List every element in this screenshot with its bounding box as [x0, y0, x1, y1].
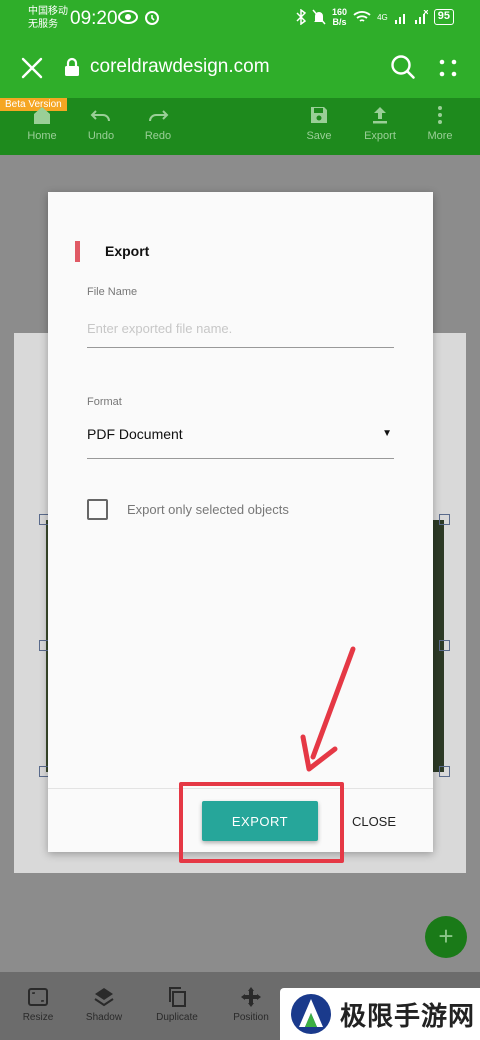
dialog-title: Export	[105, 243, 150, 259]
close-button[interactable]: CLOSE	[344, 801, 404, 841]
battery-indicator: 95	[433, 9, 454, 25]
toolbar-undo-button[interactable]: Undo	[71, 104, 131, 142]
toolbar-home-button[interactable]: Home	[12, 104, 72, 142]
url-text[interactable]: coreldrawdesign.com	[90, 56, 270, 78]
net-speed: 160 B/s	[332, 7, 347, 27]
carrier-info: 中国移动 无服务	[28, 5, 68, 31]
toolbar-more-label: More	[427, 130, 453, 142]
export-dialog: Export File Name Format PDF Document ▼ E…	[48, 192, 433, 852]
status-right-icons: 160 B/s 4G 95	[296, 7, 454, 27]
lock-icon	[65, 57, 79, 76]
close-icon[interactable]	[20, 56, 44, 80]
move-icon	[241, 987, 261, 1007]
selection-handle[interactable]	[439, 514, 450, 525]
redo-icon	[149, 110, 169, 122]
toolbar-export-button[interactable]: Export	[350, 104, 410, 142]
toolbar-more-button[interactable]: More	[410, 104, 470, 142]
duplicate-label: Duplicate	[156, 1012, 198, 1023]
position-button[interactable]: Position	[219, 986, 283, 1023]
format-label: Format	[87, 396, 122, 408]
signal-icon	[394, 14, 405, 24]
watermark-logo-icon	[291, 994, 331, 1034]
dialog-title-accent	[75, 241, 80, 262]
save-icon	[311, 107, 327, 123]
toolbar-redo-label: Redo	[144, 130, 172, 142]
net-speed-unit: B/s	[332, 17, 347, 27]
status-time: 09:20	[70, 8, 118, 29]
resize-label: Resize	[22, 1012, 54, 1023]
duplicate-icon	[169, 987, 186, 1007]
toolbar-undo-label: Undo	[87, 130, 115, 142]
duplicate-button[interactable]: Duplicate	[145, 986, 209, 1023]
eye-icon	[118, 10, 138, 24]
dropdown-caret-icon: ▼	[382, 428, 392, 439]
toolbar-redo-button[interactable]: Redo	[128, 104, 188, 142]
toolbar-save-label: Save	[306, 130, 332, 142]
position-label: Position	[233, 1012, 269, 1023]
more-vertical-icon	[438, 106, 442, 124]
selection-handle[interactable]	[439, 766, 450, 777]
toolbar-export-label: Export	[364, 130, 396, 142]
home-icon	[34, 107, 50, 124]
no-signal-icon	[414, 10, 428, 24]
format-selected-value: PDF Document	[87, 426, 183, 442]
format-select[interactable]: PDF Document ▼	[87, 416, 394, 459]
status-left-icons	[118, 9, 160, 25]
carrier-name: 中国移动	[28, 6, 68, 17]
selection-handle[interactable]	[439, 640, 450, 651]
carrier-service: 无服务	[28, 19, 58, 30]
net-speed-value: 160	[332, 7, 348, 17]
browser-bar: coreldrawdesign.com	[0, 38, 480, 98]
shadow-button[interactable]: Shadow	[72, 986, 136, 1023]
watermark-text: 极限手游网	[340, 1001, 476, 1032]
toolbar-save-button[interactable]: Save	[289, 104, 349, 142]
alarm-icon	[145, 11, 159, 25]
annotation-highlight-box	[179, 782, 344, 863]
search-icon[interactable]	[390, 54, 416, 80]
shadow-label: Shadow	[85, 1012, 123, 1023]
file-name-input[interactable]	[87, 310, 394, 348]
annotation-arrow-icon	[300, 646, 356, 772]
export-selected-label[interactable]: Export only selected objects	[127, 502, 289, 517]
resize-icon	[28, 988, 48, 1006]
signal-label: 4G	[377, 12, 388, 22]
undo-icon	[90, 110, 110, 122]
file-name-label: File Name	[87, 286, 138, 298]
wifi-icon	[353, 11, 371, 22]
add-fab-button[interactable]: +	[425, 916, 467, 958]
bluetooth-icon	[296, 9, 307, 25]
layers-icon	[94, 988, 114, 1007]
watermark: 极限手游网	[280, 988, 480, 1040]
resize-button[interactable]: Resize	[6, 986, 70, 1023]
export-icon	[373, 107, 387, 124]
app-toolbar: Beta Version Home Undo Redo Save Export …	[0, 98, 480, 155]
status-bar: 中国移动 无服务 09:20 160 B/s 4G 95	[0, 0, 480, 38]
export-selected-checkbox[interactable]	[87, 499, 108, 520]
mute-icon	[312, 9, 326, 25]
more-icon[interactable]	[438, 58, 458, 78]
toolbar-home-label: Home	[27, 130, 57, 142]
